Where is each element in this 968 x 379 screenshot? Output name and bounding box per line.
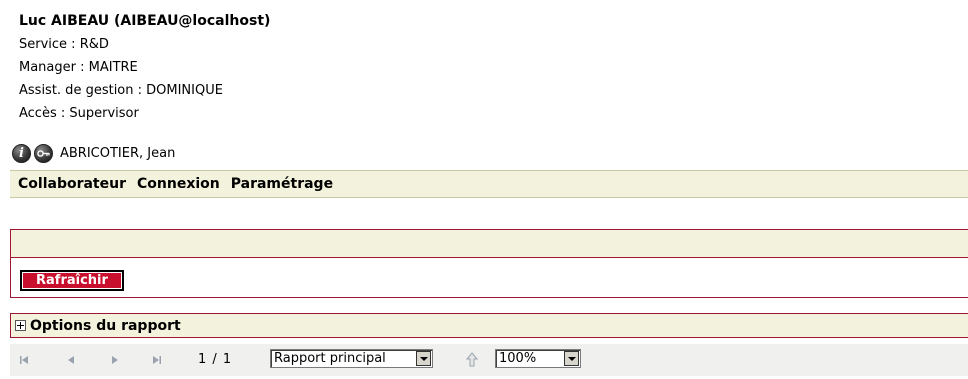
menu-item-collaborateur[interactable]: Collaborateur — [18, 176, 126, 192]
user-name: Luc AIBEAU (AIBEAU@localhost) — [19, 13, 271, 29]
person-name: ABRICOTIER, Jean — [60, 145, 176, 161]
report-panel: Rafraîchir — [10, 229, 968, 298]
plus-box-icon[interactable] — [15, 320, 26, 331]
info-icon[interactable]: i — [12, 143, 31, 163]
panel-header — [11, 230, 968, 258]
previous-page-icon[interactable] — [65, 354, 77, 366]
zoom-select[interactable]: 100% — [495, 349, 581, 368]
menu-item-connexion[interactable]: Connexion — [137, 176, 220, 192]
chevron-down-icon[interactable] — [416, 351, 431, 366]
report-select[interactable]: Rapport principal — [270, 349, 433, 368]
refresh-button[interactable]: Rafraîchir — [20, 270, 124, 291]
chevron-down-icon[interactable] — [564, 351, 579, 366]
last-page-icon[interactable] — [151, 354, 163, 366]
next-page-icon[interactable] — [109, 354, 121, 366]
parent-report-icon[interactable] — [465, 352, 479, 371]
user-service: Service : R&D — [19, 37, 109, 52]
report-options-label: Options du rapport — [30, 317, 181, 334]
user-info: Luc AIBEAU (AIBEAU@localhost) Service : … — [19, 10, 270, 125]
page-indicator: 1 / 1 — [198, 352, 233, 367]
selected-person: i ABRICOTIER, Jean — [12, 142, 175, 164]
main-menu: Collaborateur Connexion Paramétrage — [10, 170, 968, 198]
menu-item-parametrage[interactable]: Paramétrage — [231, 176, 333, 192]
user-manager: Manager : MAITRE — [19, 60, 138, 75]
user-assistant: Assist. de gestion : DOMINIQUE — [19, 83, 223, 98]
zoom-select-value: 100% — [499, 351, 537, 366]
report-select-value: Rapport principal — [274, 351, 386, 366]
first-page-icon[interactable] — [18, 354, 30, 366]
report-options-toggle[interactable]: Options du rapport — [10, 313, 968, 338]
report-toolbar: 1 / 1 Rapport principal 100% — [10, 344, 968, 376]
key-icon[interactable] — [34, 143, 53, 163]
user-access: Accès : Supervisor — [19, 106, 139, 121]
